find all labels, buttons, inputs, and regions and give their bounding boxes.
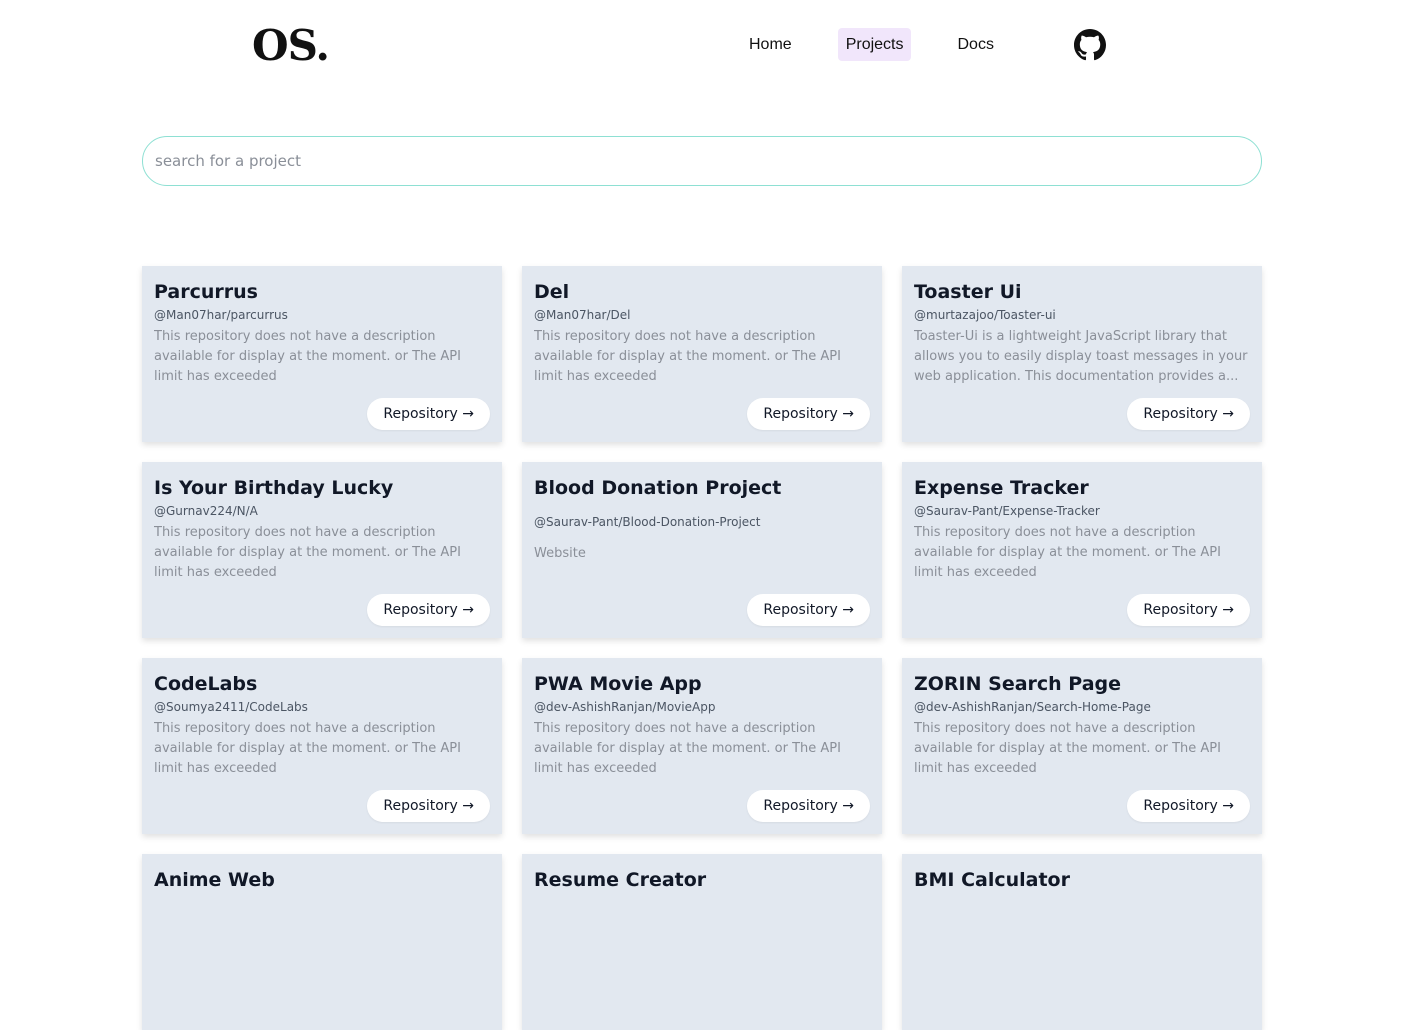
card-handle: @Saurav-Pant/Blood-Donation-Project — [534, 515, 761, 529]
repository-button[interactable]: Repository → — [1127, 398, 1250, 430]
nav-link-home[interactable]: Home — [741, 28, 800, 61]
card-title: Anime Web — [154, 869, 275, 891]
repository-button[interactable]: Repository → — [747, 594, 870, 626]
project-grid: Parcurrus @Man07har/parcurrus This repos… — [142, 266, 1262, 1030]
card-description: Website — [534, 546, 586, 561]
card-description: This repository does not have a descript… — [154, 329, 461, 384]
project-card: ZORIN Search Page @dev-AshishRanjan/Sear… — [902, 658, 1262, 834]
card-title: Resume Creator — [534, 869, 707, 891]
card-handle: @Man07har/parcurrus — [154, 308, 288, 322]
card-title: Is Your Birthday Lucky — [154, 477, 394, 499]
card-description: This repository does not have a descript… — [914, 525, 1221, 580]
card-handle: @dev-AshishRanjan/Search-Home-Page — [914, 700, 1151, 714]
card-description: Toaster-Ui is a lightweight JavaScript l… — [914, 329, 1248, 384]
project-card: Del @Man07har/Del This repository does n… — [522, 266, 882, 442]
card-description: This repository does not have a descript… — [154, 525, 461, 580]
repository-button[interactable]: Repository → — [1127, 790, 1250, 822]
top-nav: OS. Home Projects Docs — [0, 0, 1405, 90]
project-card: Blood Donation Project @Saurav-Pant/Bloo… — [522, 462, 882, 638]
project-card: PWA Movie App @dev-AshishRanjan/MovieApp… — [522, 658, 882, 834]
project-card: Toaster Ui @murtazajoo/Toaster-ui Toaste… — [902, 266, 1262, 442]
card-handle: @dev-AshishRanjan/MovieApp — [534, 700, 716, 714]
card-description: This repository does not have a descript… — [534, 329, 841, 384]
brand-logo[interactable]: OS. — [252, 22, 330, 70]
repository-button[interactable]: Repository → — [367, 398, 490, 430]
card-title: ZORIN Search Page — [914, 673, 1122, 695]
card-title: Del — [534, 281, 570, 303]
nav-link-docs[interactable]: Docs — [949, 28, 1001, 61]
card-title: BMI Calculator — [914, 869, 1070, 891]
repository-button[interactable]: Repository → — [747, 790, 870, 822]
repository-button[interactable]: Repository → — [1127, 594, 1250, 626]
project-card: Anime Web — [142, 854, 502, 1030]
search-wrap — [142, 136, 1262, 186]
card-handle: @Saurav-Pant/Expense-Tracker — [914, 504, 1100, 518]
card-description: This repository does not have a descript… — [914, 721, 1221, 776]
project-card: Resume Creator — [522, 854, 882, 1030]
card-description: This repository does not have a descript… — [154, 721, 461, 776]
github-icon[interactable] — [1074, 29, 1106, 61]
card-handle: @Man07har/Del — [534, 308, 631, 322]
card-title: Expense Tracker — [914, 477, 1089, 499]
nav-link-projects[interactable]: Projects — [837, 28, 912, 61]
card-handle: @Soumya2411/CodeLabs — [154, 700, 308, 714]
card-title: Blood Donation Project — [534, 477, 782, 499]
card-title: PWA Movie App — [534, 673, 702, 695]
repository-button[interactable]: Repository → — [367, 594, 490, 626]
card-title: Parcurrus — [154, 281, 258, 303]
project-card: Parcurrus @Man07har/parcurrus This repos… — [142, 266, 502, 442]
card-handle: @Gurnav224/N/A — [154, 504, 258, 518]
project-card: Expense Tracker @Saurav-Pant/Expense-Tra… — [902, 462, 1262, 638]
repository-button[interactable]: Repository → — [747, 398, 870, 430]
search-input[interactable] — [142, 136, 1262, 186]
project-card: CodeLabs @Soumya2411/CodeLabs This repos… — [142, 658, 502, 834]
project-card: Is Your Birthday Lucky @Gurnav224/N/A Th… — [142, 462, 502, 638]
repository-button[interactable]: Repository → — [367, 790, 490, 822]
project-card: BMI Calculator — [902, 854, 1262, 1030]
card-title: Toaster Ui — [914, 281, 1022, 303]
card-description: This repository does not have a descript… — [534, 721, 841, 776]
card-title: CodeLabs — [154, 673, 258, 695]
card-handle: @murtazajoo/Toaster-ui — [914, 308, 1056, 322]
nav-links: Home Projects Docs — [741, 28, 1040, 61]
